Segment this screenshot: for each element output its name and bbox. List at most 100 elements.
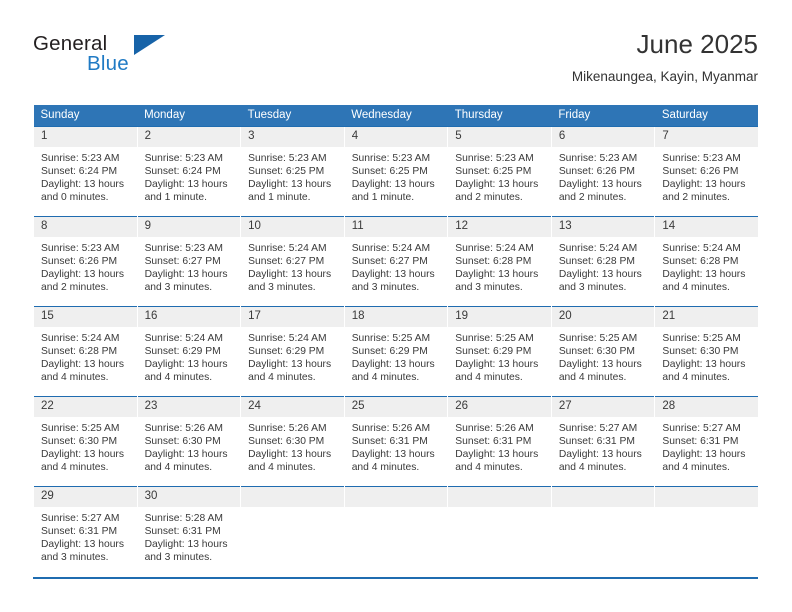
sunset-text: Sunset: 6:24 PM [41,166,118,178]
day-details: Sunrise: 5:25 AM Sunset: 6:30 PM Daylight:… [656,327,759,384]
day-details: Sunrise: 5:27 AM Sunset: 6:31 PM Daylight:… [552,417,654,474]
calendar-day-cell[interactable]: 16 Sunrise: 5:24 AM Sunset: 6:29 PM Dayligh… [136,306,241,397]
sunset-text: Sunset: 6:30 PM [248,436,325,448]
sunset-text: Sunset: 6:27 PM [351,256,428,268]
calendar-day-cell[interactable]: 10 Sunrise: 5:24 AM Sunset: 6:27 PM Dayligh… [240,216,345,307]
calendar-day-cell[interactable]: 21 Sunrise: 5:25 AM Sunset: 6:30 PM Dayligh… [654,306,759,397]
daylight-text: Daylight: 13 hours and 4 minutes. [662,449,746,474]
sunset-text: Sunset: 6:31 PM [144,526,221,538]
calendar-day-cell[interactable]: 28 Sunrise: 5:27 AM Sunset: 6:31 PM Dayligh… [654,396,759,487]
sunrise-text: Sunrise: 5:23 AM [144,243,223,254]
day-details: Sunrise: 5:24 AM Sunset: 6:28 PM Daylight:… [552,237,654,294]
sunrise-text: Sunrise: 5:23 AM [248,153,327,164]
day-number: 22 [34,397,137,417]
sunrise-text: Sunrise: 5:25 AM [351,333,431,344]
sunset-text: Sunset: 6:30 PM [144,436,221,448]
day-number: 6 [552,127,655,147]
day-number [345,487,448,507]
calendar-day-cell[interactable]: 23 Sunrise: 5:26 AM Sunset: 6:30 PM Dayligh… [136,396,241,487]
daylight-text: Daylight: 13 hours and 2 minutes. [455,179,539,204]
sunrise-text: Sunrise: 5:23 AM [351,153,431,164]
daylight-text: Daylight: 13 hours and 4 minutes. [351,359,435,384]
day-number: 20 [552,307,655,327]
sunset-text: Sunset: 6:30 PM [41,436,118,448]
day-number: 27 [552,397,655,417]
daylight-text: Daylight: 13 hours and 4 minutes. [144,359,228,384]
triangle-logo-icon [134,35,165,55]
calendar-day-cell[interactable]: 17 Sunrise: 5:24 AM Sunset: 6:29 PM Dayligh… [240,306,345,397]
calendar-day-cell[interactable]: 7 Sunrise: 5:23 AM Sunset: 6:26 PM Daylight… [654,126,759,217]
daylight-text: Daylight: 13 hours and 3 minutes. [351,269,435,294]
sunset-text: Sunset: 6:31 PM [41,526,118,538]
sunrise-text: Sunrise: 5:24 AM [41,333,120,344]
day-details: Sunrise: 5:24 AM Sunset: 6:29 PM Daylight:… [138,327,240,384]
calendar-day-cell[interactable]: 15 Sunrise: 5:24 AM Sunset: 6:28 PM Dayligh… [33,306,138,397]
calendar-day-cell[interactable]: 26 Sunrise: 5:26 AM Sunset: 6:31 PM Dayligh… [447,396,552,487]
day-details: Sunrise: 5:27 AM Sunset: 6:31 PM Daylight:… [656,417,759,474]
sunset-text: Sunset: 6:28 PM [662,256,739,268]
page-header: General Blue June 2025 Mikenaungea, Kayi… [33,28,758,98]
daylight-text: Daylight: 13 hours and 1 minute. [248,179,332,204]
day-details: Sunrise: 5:27 AM Sunset: 6:31 PM Daylight:… [34,507,136,564]
calendar-day-cell[interactable]: 20 Sunrise: 5:25 AM Sunset: 6:30 PM Dayligh… [550,306,655,397]
sunrise-text: Sunrise: 5:25 AM [662,333,741,344]
day-number: 7 [655,127,759,147]
calendar-day-cell[interactable]: 11 Sunrise: 5:24 AM Sunset: 6:27 PM Dayligh… [343,216,448,307]
calendar-day-cell[interactable]: 19 Sunrise: 5:25 AM Sunset: 6:29 PM Dayligh… [447,306,552,397]
calendar-week-row: 1 Sunrise: 5:23 AM Sunset: 6:24 PM Daylight… [33,126,759,217]
day-number [241,487,344,507]
day-details: Sunrise: 5:24 AM Sunset: 6:28 PM Daylight:… [656,237,759,294]
calendar-day-cell[interactable]: 6 Sunrise: 5:23 AM Sunset: 6:26 PM Daylight… [550,126,655,217]
calendar-day-cell[interactable]: 3 Sunrise: 5:23 AM Sunset: 6:25 PM Daylight… [240,126,345,217]
calendar-day-cell[interactable]: 1 Sunrise: 5:23 AM Sunset: 6:24 PM Daylight… [33,126,138,217]
calendar-day-cell[interactable]: 18 Sunrise: 5:25 AM Sunset: 6:29 PM Dayligh… [343,306,448,397]
calendar-day-cell[interactable]: 29 Sunrise: 5:27 AM Sunset: 6:31 PM Dayligh… [33,486,138,577]
calendar-day-cell-empty [343,486,448,577]
calendar-day-cell[interactable]: 9 Sunrise: 5:23 AM Sunset: 6:27 PM Daylight… [136,216,241,307]
calendar-day-cell[interactable]: 25 Sunrise: 5:26 AM Sunset: 6:31 PM Dayligh… [343,396,448,487]
sunrise-text: Sunrise: 5:27 AM [662,423,741,434]
daylight-text: Daylight: 13 hours and 3 minutes. [455,269,539,294]
day-number: 30 [138,487,241,507]
calendar-day-cell[interactable]: 8 Sunrise: 5:23 AM Sunset: 6:26 PM Daylight… [33,216,138,307]
day-details: Sunrise: 5:26 AM Sunset: 6:31 PM Daylight:… [449,417,551,474]
day-details: Sunrise: 5:23 AM Sunset: 6:25 PM Daylight:… [345,147,447,204]
daylight-text: Daylight: 13 hours and 4 minutes. [351,449,435,474]
calendar-day-cell[interactable]: 4 Sunrise: 5:23 AM Sunset: 6:25 PM Daylight… [343,126,448,217]
calendar-day-cell[interactable]: 13 Sunrise: 5:24 AM Sunset: 6:28 PM Dayligh… [550,216,655,307]
calendar-day-cell[interactable]: 22 Sunrise: 5:25 AM Sunset: 6:30 PM Dayligh… [33,396,138,487]
calendar-day-cell[interactable]: 5 Sunrise: 5:23 AM Sunset: 6:25 PM Daylight… [447,126,552,217]
page-title: June 2025 [636,29,758,59]
page-subtitle: Mikenaungea, Kayin, Myanmar [571,69,758,84]
calendar-day-cell[interactable]: 24 Sunrise: 5:26 AM Sunset: 6:30 PM Dayligh… [240,396,345,487]
calendar-week-row: 29 Sunrise: 5:27 AM Sunset: 6:31 PM Dayligh… [33,486,759,577]
daylight-text: Daylight: 13 hours and 1 minute. [351,179,435,204]
daylight-text: Daylight: 13 hours and 4 minutes. [558,449,642,474]
calendar-day-cell[interactable]: 14 Sunrise: 5:24 AM Sunset: 6:28 PM Dayligh… [654,216,759,307]
sunrise-text: Sunrise: 5:26 AM [144,423,223,434]
sunset-text: Sunset: 6:28 PM [41,346,118,358]
calendar-day-cell[interactable]: 30 Sunrise: 5:28 AM Sunset: 6:31 PM Dayligh… [136,486,241,577]
weekday-header-tuesday: Tuesday [240,105,345,127]
day-number: 18 [345,307,448,327]
daylight-text: Daylight: 13 hours and 1 minute. [144,179,228,204]
day-number: 11 [345,217,448,237]
sunrise-text: Sunrise: 5:24 AM [248,243,327,254]
sunset-text: Sunset: 6:25 PM [248,166,325,178]
calendar-day-cell[interactable]: 12 Sunrise: 5:24 AM Sunset: 6:28 PM Dayligh… [447,216,552,307]
sunrise-text: Sunrise: 5:24 AM [351,243,431,254]
sunrise-text: Sunrise: 5:28 AM [144,513,223,524]
day-details: Sunrise: 5:28 AM Sunset: 6:31 PM Daylight:… [138,507,240,564]
day-number: 19 [448,307,551,327]
daylight-text: Daylight: 13 hours and 3 minutes. [558,269,642,294]
daylight-text: Daylight: 13 hours and 4 minutes. [248,359,332,384]
day-number: 13 [552,217,655,237]
calendar-day-cell[interactable]: 27 Sunrise: 5:27 AM Sunset: 6:31 PM Dayligh… [550,396,655,487]
sunset-text: Sunset: 6:27 PM [248,256,325,268]
weekday-header-monday: Monday [137,105,241,127]
brand-logo[interactable]: General Blue [33,32,183,84]
day-number: 24 [241,397,344,417]
calendar-day-cell[interactable]: 2 Sunrise: 5:23 AM Sunset: 6:24 PM Daylight… [136,126,241,217]
sunset-text: Sunset: 6:24 PM [144,166,221,178]
sunset-text: Sunset: 6:25 PM [351,166,428,178]
